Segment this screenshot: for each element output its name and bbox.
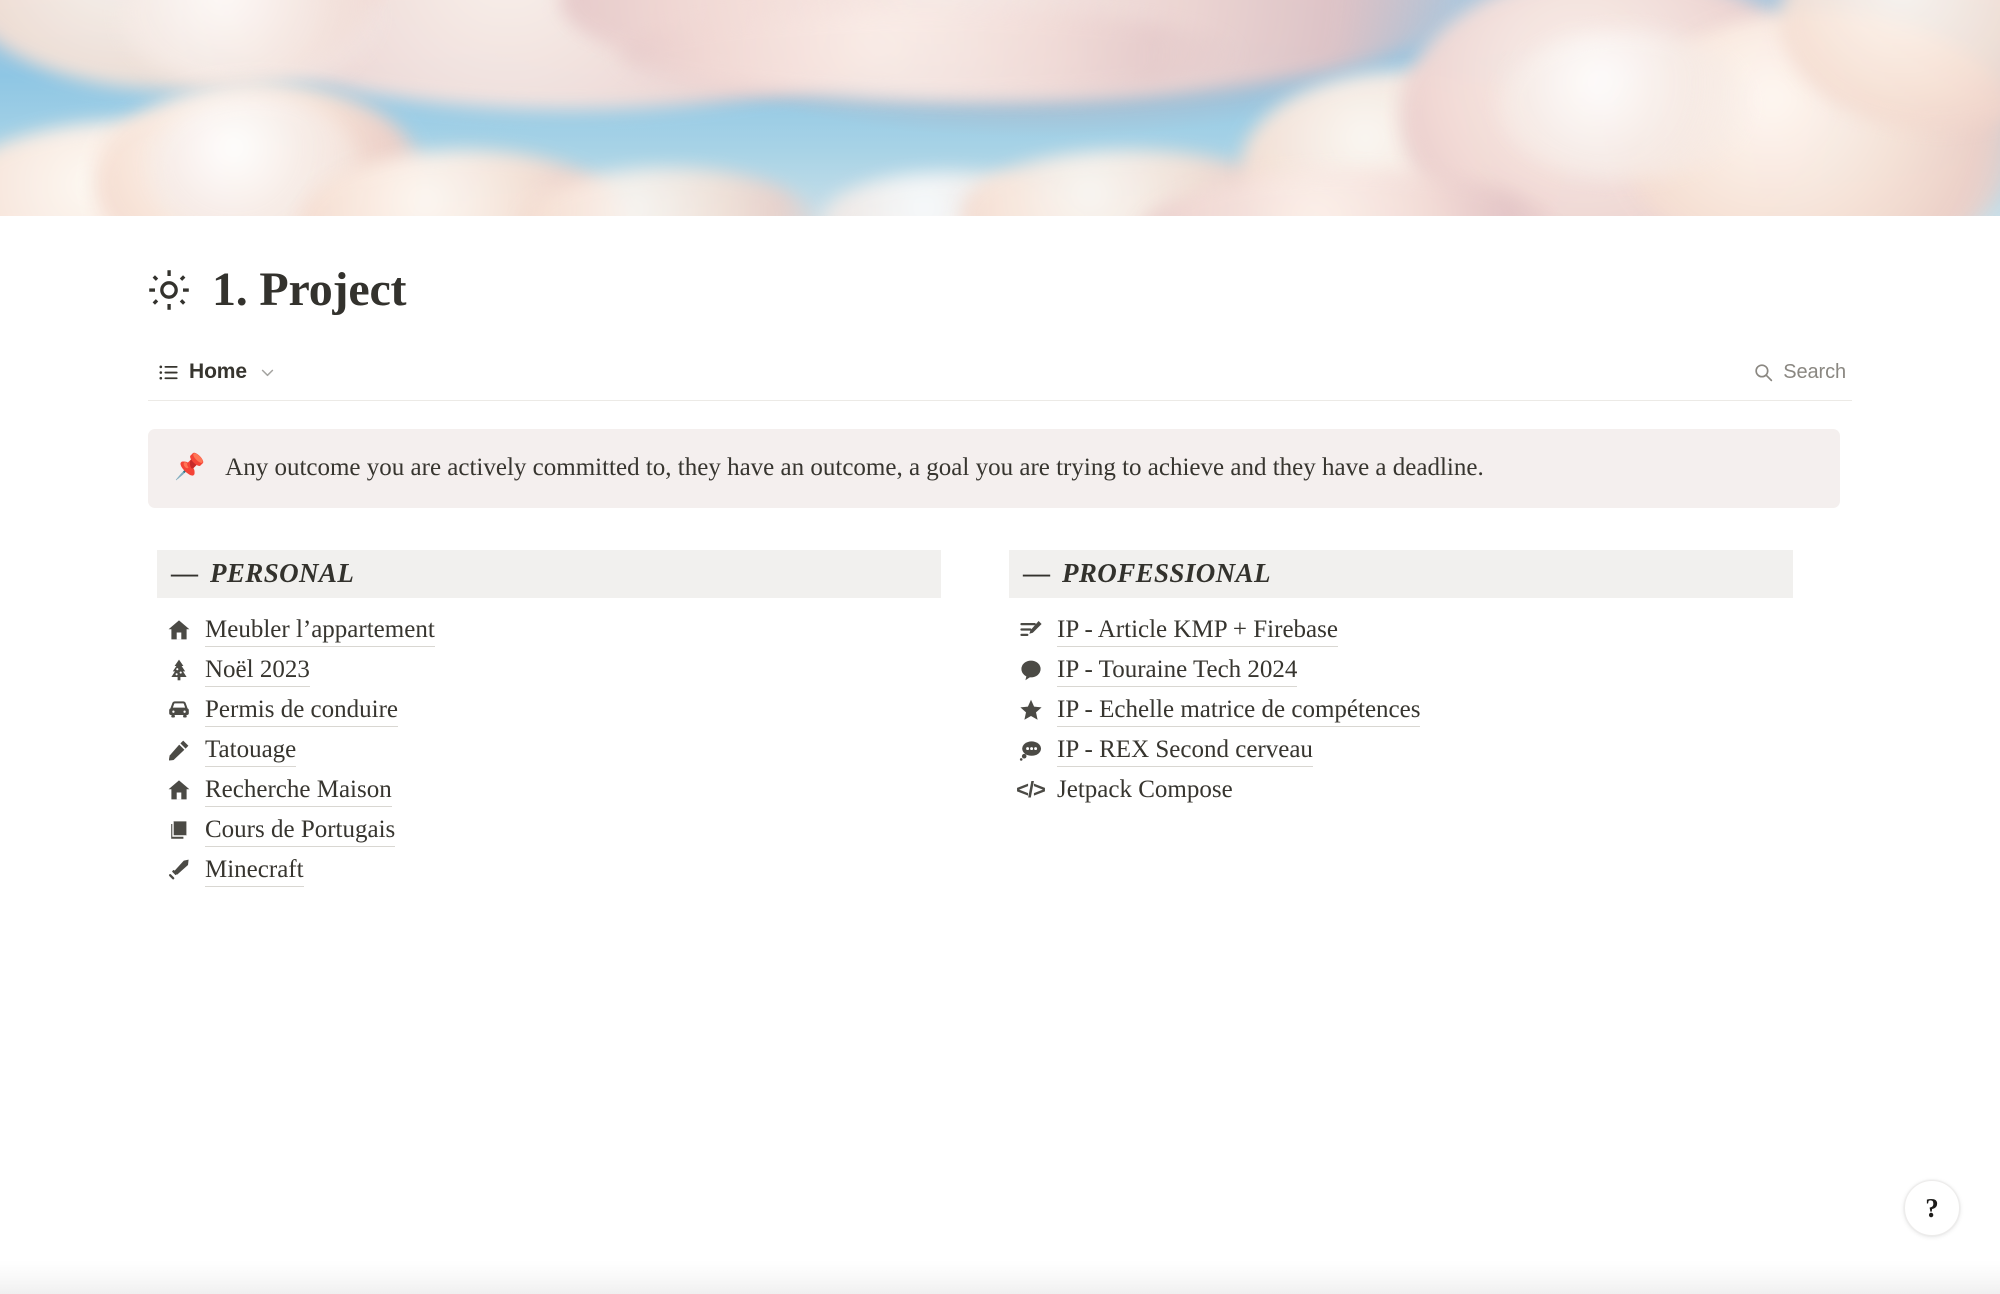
page-title: 1. Project xyxy=(212,263,407,316)
section-dash: — xyxy=(1023,558,1050,589)
pushpin-icon: 📌 xyxy=(174,453,206,481)
list-item-label[interactable]: Jetpack Compose xyxy=(1057,774,1233,808)
book-icon xyxy=(166,818,191,843)
section-title: PERSONAL xyxy=(210,558,355,589)
columns-container: — PERSONAL Meubler l’appartement Noël 20… xyxy=(148,550,1852,890)
cloud-shape xyxy=(1500,30,1750,180)
section-title: PROFESSIONAL xyxy=(1062,558,1271,589)
list-item[interactable]: Tatouage xyxy=(157,730,941,770)
search-icon xyxy=(1755,364,1773,382)
list-item-label[interactable]: IP - Article KMP + Firebase xyxy=(1057,614,1338,648)
list-item[interactable]: Cours de Portugais xyxy=(157,810,941,850)
list-item: IP - Echelle matrice de compétences xyxy=(1009,690,1793,730)
list-item-label[interactable]: IP - REX Second cerveau xyxy=(1057,734,1313,768)
car-icon xyxy=(166,698,191,723)
thought-bubble-icon xyxy=(1018,738,1043,763)
list-item-label[interactable]: Cours de Portugais xyxy=(205,814,396,848)
list-item[interactable]: IP - Touraine Tech 2024 xyxy=(1009,650,1793,690)
list-item[interactable]: Noël 2023 xyxy=(157,650,941,690)
star-icon xyxy=(1018,698,1043,723)
list-item-label[interactable]: Permis de conduire xyxy=(205,694,399,728)
list-item[interactable]: </> Jetpack Compose xyxy=(1009,770,1793,810)
page-content: 1. Project Home Search 📌 Any outcome you… xyxy=(0,216,2000,890)
callout-block: 📌 Any outcome you are actively committed… xyxy=(148,428,1840,509)
list-item[interactable]: Recherche Maison xyxy=(157,770,941,810)
link-list-professional: IP - Article KMP + Firebase IP - Tourain… xyxy=(1009,610,1793,810)
search-label: Search xyxy=(1783,360,1846,383)
help-button[interactable]: ? xyxy=(1904,1180,1960,1236)
page-cover-image xyxy=(0,0,2000,216)
cloud-shape xyxy=(620,10,1240,100)
list-item-label[interactable]: Noël 2023 xyxy=(205,654,310,688)
list-item[interactable]: IP - REX Second cerveau xyxy=(1009,730,1793,770)
column-professional: — PROFESSIONAL IP - Article KMP + Fireba… xyxy=(1009,550,1793,890)
callout-text: Any outcome you are actively committed t… xyxy=(225,453,1484,481)
page-title-row: 1. Project xyxy=(148,216,1852,325)
list-item-label[interactable]: Minecraft xyxy=(205,854,304,888)
link-list-personal: Meubler l’appartement Noël 2023 Permis d… xyxy=(157,610,941,890)
speech-bubble-icon xyxy=(1018,658,1043,683)
section-header-professional: — PROFESSIONAL xyxy=(1009,550,1793,599)
list-item[interactable]: IP - Article KMP + Firebase xyxy=(1009,610,1793,650)
house-icon xyxy=(166,618,191,643)
list-item-label[interactable]: IP - Echelle matrice de compétences xyxy=(1057,694,1421,728)
list-item-label[interactable]: Meubler l’appartement xyxy=(205,614,435,648)
view-toolbar: Home Search xyxy=(148,345,1852,401)
list-item[interactable]: Meubler l’appartement xyxy=(157,610,941,650)
view-selector[interactable]: Home xyxy=(148,360,276,384)
list-icon xyxy=(159,365,178,380)
column-personal: — PERSONAL Meubler l’appartement Noël 20… xyxy=(157,550,941,890)
sun-icon xyxy=(149,270,189,311)
chevron-down-icon[interactable] xyxy=(259,364,276,381)
edit-lines-icon xyxy=(1018,618,1043,643)
list-item[interactable]: Permis de conduire xyxy=(157,690,941,730)
sword-icon xyxy=(166,858,191,883)
house-icon xyxy=(166,778,191,803)
section-dash: — xyxy=(171,558,198,589)
page-footer-strip xyxy=(0,1260,2000,1294)
list-item-label[interactable]: Tatouage xyxy=(205,734,297,768)
list-item-label[interactable]: IP - Touraine Tech 2024 xyxy=(1057,654,1298,688)
code-icon: </> xyxy=(1016,777,1046,803)
christmas-tree-icon xyxy=(166,658,191,683)
pencil-icon xyxy=(166,738,191,763)
list-item-label[interactable]: Recherche Maison xyxy=(205,774,392,808)
list-item[interactable]: Minecraft xyxy=(157,850,941,890)
search-button[interactable]: Search xyxy=(1753,361,1852,384)
view-label: Home xyxy=(189,360,247,384)
section-header-personal: — PERSONAL xyxy=(157,550,941,599)
